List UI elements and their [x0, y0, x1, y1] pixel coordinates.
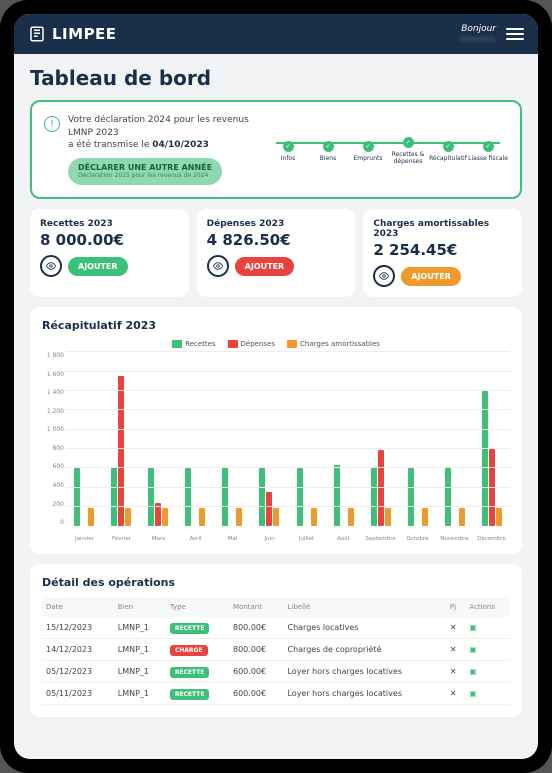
bar-group — [251, 352, 287, 526]
action-icon[interactable]: ▣ — [469, 667, 477, 676]
close-icon[interactable]: ✕ — [450, 623, 457, 632]
bar — [236, 508, 242, 526]
brand-logo: LIMPEE — [28, 25, 117, 43]
bar — [273, 508, 279, 526]
declare-other-year-button[interactable]: DÉCLARER UNE AUTRE ANNÉE Déclaration 202… — [68, 158, 222, 185]
table-row: 15/12/2023LMNP_1RECETTE800.00€Charges lo… — [42, 617, 510, 639]
action-icon[interactable]: ▣ — [469, 689, 477, 698]
x-axis: JanvierFévrierMarsAvrilMaiJuinJuilletAoû… — [66, 536, 510, 542]
y-axis: 1 8001 6001 4001 2001 0008006004002000 — [42, 352, 64, 526]
operations-table: DateBienTypeMontantLibelléPjActions 15/1… — [42, 597, 510, 705]
kpi-card: Recettes 20238 000.00€AJOUTER — [30, 209, 189, 297]
step[interactable]: ✓Liasse fiscale — [468, 141, 508, 163]
bar — [297, 468, 303, 526]
check-icon: ✓ — [483, 141, 494, 152]
table-header-row: DateBienTypeMontantLibelléPjActions — [42, 597, 510, 617]
step[interactable]: ✓Emprunts — [348, 141, 388, 163]
bar — [222, 468, 228, 526]
bar — [74, 468, 80, 526]
bar — [334, 465, 340, 526]
check-icon: ✓ — [323, 141, 334, 152]
bar — [185, 468, 191, 526]
eye-icon[interactable] — [40, 255, 62, 277]
bar — [88, 508, 94, 526]
info-icon: ! — [44, 116, 60, 132]
bar — [111, 468, 117, 526]
bar-group — [363, 352, 399, 526]
bar-group — [437, 352, 473, 526]
bar-group — [288, 352, 324, 526]
bar — [199, 508, 205, 526]
step[interactable]: ✓Infos — [268, 141, 308, 163]
step[interactable]: ✓Recettes & dépenses — [388, 137, 428, 165]
greeting: Bonjour — [460, 24, 496, 34]
add-button[interactable]: AJOUTER — [68, 257, 128, 276]
bar — [118, 376, 124, 526]
step[interactable]: ✓Récapitulatif — [428, 141, 468, 163]
bar — [125, 508, 131, 526]
bar — [496, 508, 502, 526]
kpi-card: Dépenses 20234 826.50€AJOUTER — [197, 209, 356, 297]
kpi-card: Charges amortissables 20232 254.45€AJOUT… — [363, 209, 522, 297]
page-title: Tableau de bord — [30, 66, 522, 90]
bar-group — [400, 352, 436, 526]
table-row: 14/12/2023LMNP_1CHARGE800.00€Charges de … — [42, 639, 510, 661]
bar — [162, 508, 168, 526]
bar — [408, 468, 414, 526]
bar-group — [474, 352, 510, 526]
eye-icon[interactable] — [373, 265, 395, 287]
bar — [259, 468, 265, 526]
progress-steps: ✓Infos✓Biens✓Emprunts✓Recettes & dépense… — [268, 133, 508, 165]
bar — [348, 508, 354, 526]
username: ———— — [460, 34, 496, 44]
step[interactable]: ✓Biens — [308, 141, 348, 163]
bar-chart: 1 8001 6001 4001 2001 0008006004002000 J… — [42, 352, 510, 542]
close-icon[interactable]: ✕ — [450, 645, 457, 654]
detail-card: Détail des opérations DateBienTypeMontan… — [30, 564, 522, 717]
chart-legend: RecettesDépensesCharges amortissables — [42, 340, 510, 348]
check-icon: ✓ — [363, 141, 374, 152]
recap-card: Récapitulatif 2023 RecettesDépensesCharg… — [30, 307, 522, 554]
bar-group — [326, 352, 362, 526]
bar — [445, 468, 451, 526]
bar — [148, 468, 154, 526]
table-row: 05/12/2023LMNP_1RECETTE600.00€Loyer hors… — [42, 661, 510, 683]
bar — [311, 508, 317, 526]
bar-group — [214, 352, 250, 526]
check-icon: ✓ — [443, 141, 454, 152]
bar — [266, 492, 272, 526]
kpi-row: Recettes 20238 000.00€AJOUTERDépenses 20… — [30, 209, 522, 297]
check-icon: ✓ — [283, 141, 294, 152]
plot-area — [66, 352, 510, 526]
bar-group — [140, 352, 176, 526]
bar-group — [177, 352, 213, 526]
bar — [371, 468, 377, 526]
table-row: 05/11/2023LMNP_1RECETTE600.00€Loyer hors… — [42, 683, 510, 705]
action-icon[interactable]: ▣ — [469, 623, 477, 632]
topbar: LIMPEE Bonjour ———— — [14, 14, 538, 54]
menu-icon[interactable] — [506, 28, 524, 40]
bar-group — [66, 352, 102, 526]
eye-icon[interactable] — [207, 255, 229, 277]
action-icon[interactable]: ▣ — [469, 645, 477, 654]
bar — [422, 508, 428, 526]
bar-group — [103, 352, 139, 526]
bar — [385, 508, 391, 526]
check-icon: ✓ — [403, 137, 414, 148]
recap-title: Récapitulatif 2023 — [42, 319, 510, 332]
bar — [378, 450, 384, 526]
bar — [459, 508, 465, 526]
declaration-banner: ! Votre déclaration 2024 pour les revenu… — [30, 100, 522, 199]
close-icon[interactable]: ✕ — [450, 667, 457, 676]
add-button[interactable]: AJOUTER — [235, 257, 295, 276]
detail-title: Détail des opérations — [42, 576, 510, 589]
add-button[interactable]: AJOUTER — [401, 267, 461, 286]
close-icon[interactable]: ✕ — [450, 689, 457, 698]
